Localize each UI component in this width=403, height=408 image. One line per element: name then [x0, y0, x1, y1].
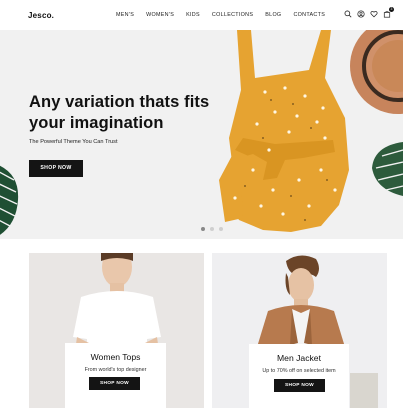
palm-leaf-image — [0, 165, 19, 235]
promo-card-men-jacket[interactable]: Men Jacket Up to 70% off on selected ite… — [212, 253, 387, 408]
nav-item-kids[interactable]: KIDS — [186, 12, 200, 18]
women-shop-now-button[interactable]: SHOP NOW — [89, 377, 140, 390]
promo-info-box: Men Jacket Up to 70% off on selected ite… — [249, 344, 349, 408]
slider-dot-1[interactable] — [201, 227, 205, 231]
site-header: Jesco. MEN'S WOMEN'S KIDS COLLECTIONS BL… — [0, 0, 403, 30]
main-nav: MEN'S WOMEN'S KIDS COLLECTIONS BLOG CONT… — [116, 12, 325, 18]
user-icon[interactable] — [357, 10, 365, 18]
hero-shop-now-button[interactable]: SHOP NOW — [29, 160, 83, 177]
hero-slider: Any variation thats fits your imaginatio… — [0, 30, 403, 239]
nav-item-blog[interactable]: BLOG — [265, 12, 281, 18]
nav-item-mens[interactable]: MEN'S — [116, 12, 134, 18]
men-shop-now-button[interactable]: SHOP NOW — [274, 379, 325, 392]
monstera-leaf-image — [372, 142, 403, 196]
slider-dots — [201, 227, 223, 231]
slider-dot-3[interactable] — [219, 227, 223, 231]
cart-icon[interactable]: 3 — [383, 7, 394, 18]
nav-item-womens[interactable]: WOMEN'S — [146, 12, 174, 18]
slider-dot-2[interactable] — [210, 227, 214, 231]
promo-card-women-tops[interactable]: Women Tops From world's top designer SHO… — [29, 253, 204, 408]
heart-icon[interactable] — [370, 10, 378, 18]
nav-item-contacts[interactable]: CONTACTS — [293, 12, 325, 18]
search-icon[interactable] — [344, 10, 352, 18]
straw-hat-image — [350, 30, 403, 114]
cart-count-badge: 3 — [389, 7, 394, 12]
yellow-dress-image — [219, 30, 349, 232]
header-icons: 3 — [344, 7, 394, 18]
hero-subtitle: The Powerful Theme You Can Trust — [29, 139, 118, 145]
promo-subtitle: Up to 70% off on selected item — [262, 368, 336, 374]
promo-title: Men Jacket — [277, 353, 321, 363]
promo-title: Women Tops — [90, 352, 141, 362]
nav-item-collections[interactable]: COLLECTIONS — [212, 12, 253, 18]
hero-title: Any variation thats fits your imaginatio… — [29, 93, 210, 132]
brand-logo[interactable]: Jesco. — [28, 11, 54, 20]
promo-info-box: Women Tops From world's top designer SHO… — [65, 343, 166, 408]
promo-subtitle: From world's top designer — [84, 367, 147, 373]
